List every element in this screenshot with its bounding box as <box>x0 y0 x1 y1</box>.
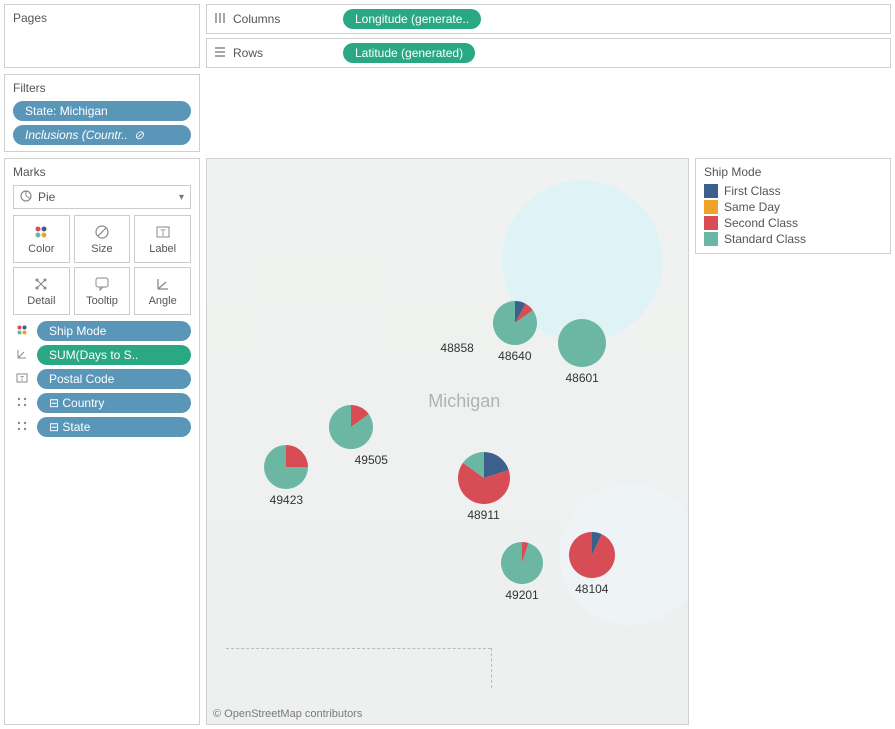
mark-card-size[interactable]: Size <box>74 215 131 263</box>
rows-shelf-label: Rows <box>213 45 343 62</box>
legend-card[interactable]: Ship Mode First Class Same Day Second Clas… <box>695 158 891 254</box>
detail-icon <box>13 396 31 411</box>
pie-label-48640: 48640 <box>498 349 531 363</box>
legend-item[interactable]: First Class <box>704 183 882 199</box>
marks-shelf-row: SUM(Days to S.. <box>13 345 191 365</box>
mark-card-label: Size <box>91 243 112 255</box>
color-icon <box>33 223 49 241</box>
marks-pill[interactable]: SUM(Days to S.. <box>37 345 191 365</box>
marks-shelf-row: ⊟ Country <box>13 393 191 413</box>
size-icon <box>94 223 110 241</box>
pie-label-49423: 49423 <box>270 493 303 507</box>
pie-48911[interactable] <box>458 452 510 504</box>
pages-shelf[interactable]: Pages <box>4 4 200 68</box>
mark-card-label: Label <box>149 243 176 255</box>
pie-icon <box>20 190 32 205</box>
filter-pill-inclusions-label: Inclusions (Countr.. <box>25 128 128 142</box>
pie-label-48858: 48858 <box>440 341 473 355</box>
marks-pill[interactable]: ⊟ State <box>37 417 191 437</box>
detail-icon <box>13 420 31 435</box>
mark-card-label: Color <box>28 243 54 255</box>
pie-48104[interactable] <box>569 532 615 578</box>
rows-shelf[interactable]: Rows Latitude (generated) <box>206 38 891 68</box>
columns-icon <box>213 11 227 28</box>
marks-shelf-items: Ship Mode SUM(Days to S.. T Postal Code ⊟ Co… <box>13 321 191 437</box>
columns-rows-container: Columns Longitude (generate.. Rows Latit… <box>206 4 891 152</box>
legend-label: First Class <box>724 184 781 198</box>
label-icon: T <box>155 223 171 241</box>
mark-type-label: Pie <box>38 190 55 204</box>
mark-card-label: Tooltip <box>86 295 118 307</box>
pie-49505[interactable] <box>329 405 373 449</box>
marks-pill[interactable]: Postal Code <box>37 369 191 389</box>
filters-shelf[interactable]: Filters State: Michigan Inclusions (Coun… <box>4 74 200 152</box>
tooltip-icon <box>94 275 110 293</box>
pie-48601[interactable] <box>558 319 606 367</box>
pie-48640[interactable] <box>493 301 537 345</box>
filter-pill-state[interactable]: State: Michigan <box>13 101 191 121</box>
pie-49201[interactable] <box>501 542 543 584</box>
pages-title: Pages <box>13 11 191 25</box>
marks-shelf-row: T Postal Code <box>13 369 191 389</box>
legend-item[interactable]: Second Class <box>704 215 882 231</box>
map-region-label: Michigan <box>428 391 500 412</box>
pie-label-49505: 49505 <box>355 453 388 467</box>
legend-swatch <box>704 232 718 246</box>
filters-list: State: Michigan Inclusions (Countr.. ⊘ <box>13 101 191 145</box>
legend-item[interactable]: Same Day <box>704 199 882 215</box>
columns-pill-longitude[interactable]: Longitude (generate.. <box>343 9 481 29</box>
rows-label-text: Rows <box>233 46 263 60</box>
pie-label-48104: 48104 <box>575 582 608 596</box>
mark-card-detail[interactable]: Detail <box>13 267 70 315</box>
marks-buttons-grid: Color Size T Label Detail Tooltip Angle <box>13 215 191 315</box>
marks-pill[interactable]: ⊟ Country <box>37 393 191 413</box>
pie-label-48601: 48601 <box>565 371 598 385</box>
mark-card-label[interactable]: T Label <box>134 215 191 263</box>
legend-label: Second Class <box>724 216 798 230</box>
pie-label-48911: 48911 <box>467 508 499 522</box>
svg-text:T: T <box>20 376 25 383</box>
legend-swatch <box>704 200 718 214</box>
label-icon: T <box>13 372 31 387</box>
legend-swatch <box>704 184 718 198</box>
pie-49423[interactable] <box>264 445 308 489</box>
detail-icon <box>33 275 49 293</box>
mark-card-label: Detail <box>27 295 55 307</box>
legend-label: Same Day <box>724 200 780 214</box>
map-view[interactable]: Michigan © OpenStreetMap contributors 48… <box>206 158 689 725</box>
filter-pill-inclusions[interactable]: Inclusions (Countr.. ⊘ <box>13 125 191 145</box>
mark-type-dropdown[interactable]: Pie ▾ <box>13 185 191 209</box>
marks-pill[interactable]: Ship Mode <box>37 321 191 341</box>
columns-label-text: Columns <box>233 12 280 26</box>
rows-pill-latitude[interactable]: Latitude (generated) <box>343 43 475 63</box>
mark-card-angle[interactable]: Angle <box>134 267 191 315</box>
filters-title: Filters <box>13 81 191 95</box>
color-icon <box>13 324 31 339</box>
marks-shelf-row: Ship Mode <box>13 321 191 341</box>
pie-label-49201: 49201 <box>505 588 538 602</box>
mark-card-tooltip[interactable]: Tooltip <box>74 267 131 315</box>
columns-shelf[interactable]: Columns Longitude (generate.. <box>206 4 891 34</box>
link-icon: ⊘ <box>134 128 144 142</box>
angle-icon <box>13 348 31 363</box>
legend-title: Ship Mode <box>704 165 882 179</box>
marks-card: Marks Pie ▾ Color Size T Label Detail Tooltip… <box>4 158 200 725</box>
angle-icon <box>155 275 171 293</box>
marks-shelf-row: ⊟ State <box>13 417 191 437</box>
mark-card-label: Angle <box>149 295 177 307</box>
svg-text:T: T <box>160 228 166 238</box>
marks-title: Marks <box>13 165 191 179</box>
map-background <box>207 159 688 724</box>
legend-swatch <box>704 216 718 230</box>
mark-card-color[interactable]: Color <box>13 215 70 263</box>
legend-label: Standard Class <box>724 232 806 246</box>
rows-icon <box>213 45 227 62</box>
map-attribution: © OpenStreetMap contributors <box>213 708 362 720</box>
columns-shelf-label: Columns <box>213 11 343 28</box>
chevron-down-icon: ▾ <box>179 192 184 203</box>
legend-items: First Class Same Day Second Class Standard … <box>704 183 882 247</box>
legend-item[interactable]: Standard Class <box>704 231 882 247</box>
